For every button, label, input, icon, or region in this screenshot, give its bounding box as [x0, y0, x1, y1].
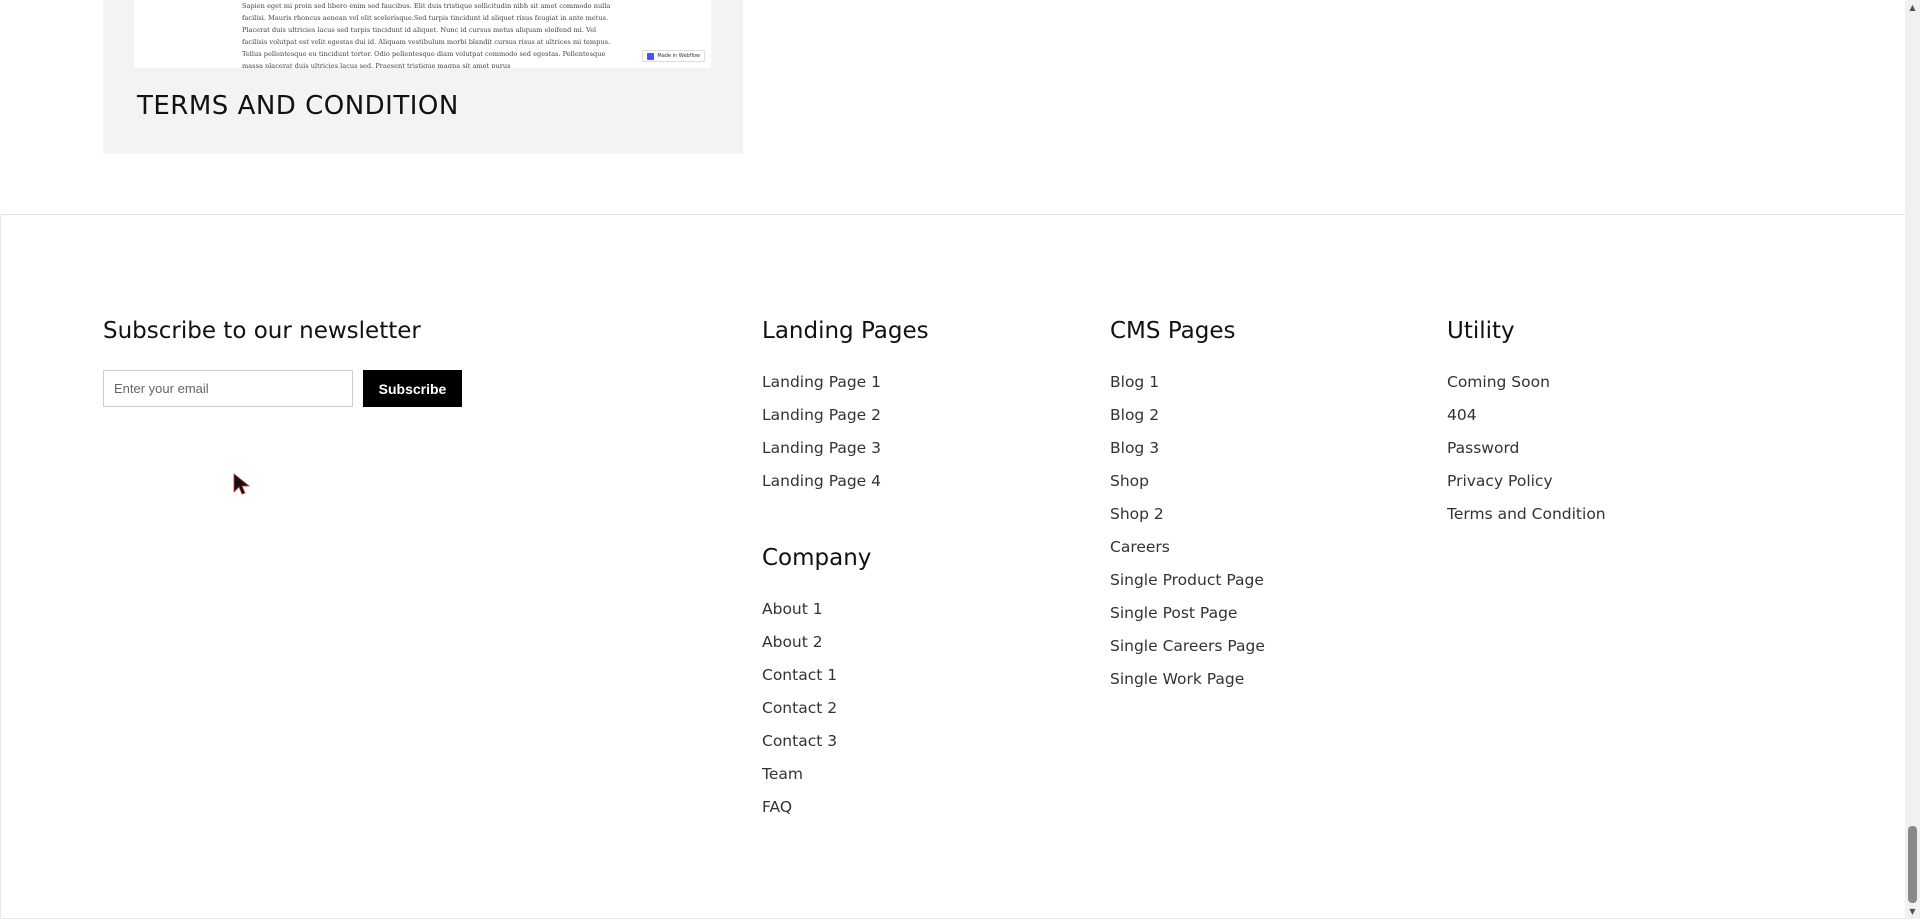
mouse-pointer-icon: [233, 473, 251, 495]
footer-link[interactable]: Privacy Policy: [1447, 471, 1606, 504]
footer-link[interactable]: Landing Page 4: [762, 471, 881, 504]
footer-link[interactable]: About 2: [762, 632, 837, 665]
utility-links: Coming Soon 404 Password Privacy Policy …: [1447, 372, 1606, 537]
landing-pages-links: Landing Page 1 Landing Page 2 Landing Pa…: [762, 372, 881, 504]
scrollbar-thumb[interactable]: [1908, 826, 1917, 903]
page: Sapien eget mi proin sed libero enim sed…: [0, 0, 1905, 919]
landing-pages-title: Landing Pages: [762, 318, 929, 344]
badge-label: Made in Webflow: [657, 53, 700, 59]
cms-pages-links: Blog 1 Blog 2 Blog 3 Shop Shop 2 Careers…: [1110, 372, 1265, 702]
terms-card[interactable]: Sapien eget mi proin sed libero enim sed…: [103, 0, 743, 154]
scroll-down-arrow-icon[interactable]: ▼: [1905, 904, 1920, 919]
footer-link[interactable]: Password: [1447, 438, 1606, 471]
thumbnail-body-text: Sapien eget mi proin sed libero enim sed…: [242, 2, 611, 68]
footer-link[interactable]: 404: [1447, 405, 1606, 438]
footer-link[interactable]: Single Work Page: [1110, 669, 1265, 702]
footer-link[interactable]: Landing Page 1: [762, 372, 881, 405]
subscribe-button[interactable]: Subscribe: [363, 370, 462, 407]
vertical-scrollbar[interactable]: ▲ ▼: [1905, 0, 1920, 919]
company-links: About 1 About 2 Contact 1 Contact 2 Cont…: [762, 599, 837, 830]
footer-link[interactable]: Blog 1: [1110, 372, 1265, 405]
card-thumbnail: Sapien eget mi proin sed libero enim sed…: [134, 0, 711, 68]
footer-link[interactable]: About 1: [762, 599, 837, 632]
footer-link[interactable]: Shop 2: [1110, 504, 1265, 537]
webflow-logo-icon: [647, 52, 655, 60]
card-title: TERMS AND CONDITION: [137, 91, 459, 121]
footer-link[interactable]: Blog 3: [1110, 438, 1265, 471]
company-title: Company: [762, 545, 872, 571]
cms-pages-title: CMS Pages: [1110, 318, 1236, 344]
footer-link[interactable]: Landing Page 3: [762, 438, 881, 471]
utility-title: Utility: [1447, 318, 1515, 344]
footer-link[interactable]: Landing Page 2: [762, 405, 881, 438]
footer-link[interactable]: Contact 1: [762, 665, 837, 698]
footer-link[interactable]: FAQ: [762, 797, 837, 830]
footer-link[interactable]: Contact 2: [762, 698, 837, 731]
scroll-up-arrow-icon[interactable]: ▲: [1905, 0, 1920, 15]
made-in-webflow-badge[interactable]: Made in Webflow: [642, 50, 705, 62]
footer-link[interactable]: Team: [762, 764, 837, 797]
footer-link[interactable]: Terms and Condition: [1447, 504, 1606, 537]
footer-link[interactable]: Coming Soon: [1447, 372, 1606, 405]
footer-link[interactable]: Shop: [1110, 471, 1265, 504]
footer-link[interactable]: Single Product Page: [1110, 570, 1265, 603]
footer-link[interactable]: Single Careers Page: [1110, 636, 1265, 669]
footer-link[interactable]: Careers: [1110, 537, 1265, 570]
newsletter-title: Subscribe to our newsletter: [103, 318, 421, 344]
footer-link[interactable]: Single Post Page: [1110, 603, 1265, 636]
footer-link[interactable]: Blog 2: [1110, 405, 1265, 438]
footer-link[interactable]: Contact 3: [762, 731, 837, 764]
email-input[interactable]: [103, 370, 353, 407]
